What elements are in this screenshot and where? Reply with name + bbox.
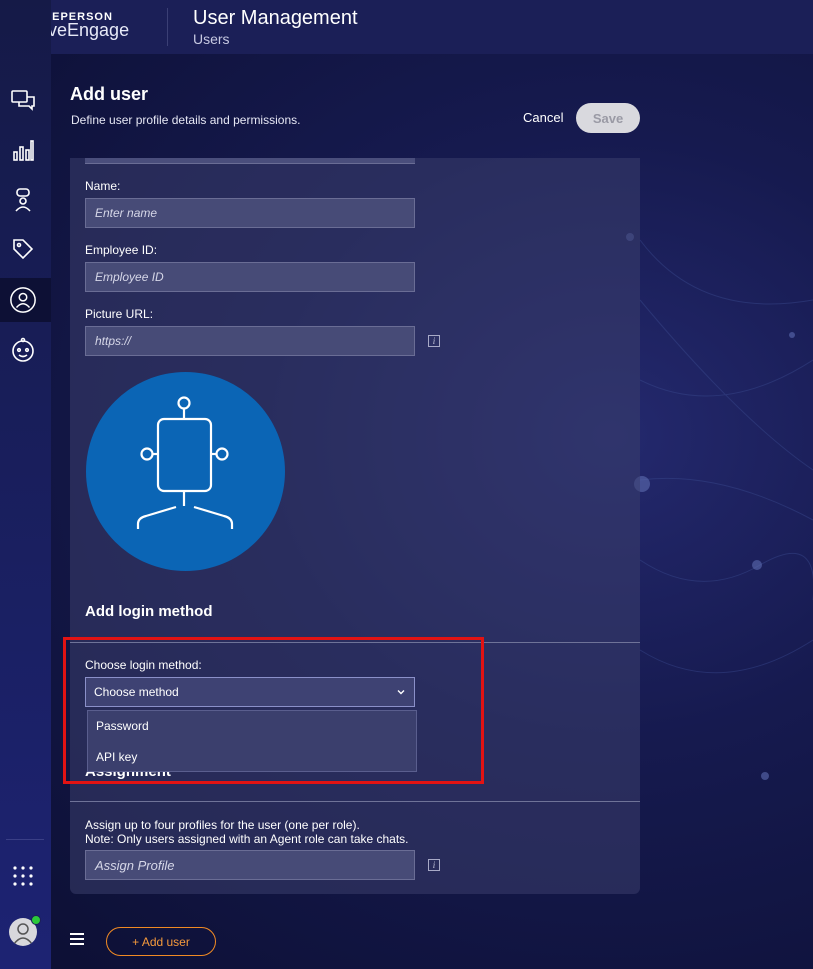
assign-profile-info-icon[interactable]: i <box>428 859 440 871</box>
cancel-button[interactable]: Cancel <box>516 108 570 127</box>
analytics-icon[interactable] <box>9 136 37 164</box>
add-user-button[interactable]: + Add user <box>106 927 216 956</box>
robot-avatar-icon <box>136 396 234 529</box>
tag-icon[interactable] <box>9 235 37 263</box>
header-separator <box>167 8 168 46</box>
picture-url-input[interactable]: https:// <box>85 326 415 356</box>
header-subtitle: Users <box>193 31 230 47</box>
online-status-indicator <box>31 915 41 925</box>
page-description: Define user profile details and permissi… <box>71 113 301 127</box>
agent-icon[interactable] <box>9 186 37 214</box>
assignment-description: Assign up to four profiles for the user … <box>85 818 409 846</box>
assignment-line-1: Assign up to four profiles for the user … <box>85 818 360 832</box>
users-icon[interactable] <box>9 286 37 314</box>
login-section-title: Add login method <box>85 603 213 620</box>
previous-field-edge <box>85 158 415 164</box>
page-title: Add user <box>70 84 149 104</box>
employee-id-label: Employee ID: <box>85 243 158 257</box>
header-title: User Management <box>193 7 358 29</box>
bot-icon[interactable] <box>9 336 37 364</box>
left-navigation <box>0 0 51 969</box>
nav-divider <box>6 839 44 840</box>
employee-id-input[interactable]: Employee ID <box>85 262 415 292</box>
picture-url-label: Picture URL: <box>85 307 154 321</box>
assignment-line-2: Note: Only users assigned with an Agent … <box>85 832 409 846</box>
menu-icon[interactable] <box>70 933 86 949</box>
highlight-box <box>63 637 484 784</box>
conversations-icon[interactable] <box>9 86 37 114</box>
assignment-section-divider <box>70 801 640 802</box>
name-label: Name: <box>85 179 121 193</box>
user-avatar-preview <box>86 372 285 571</box>
assign-profile-input[interactable]: Assign Profile <box>85 850 415 880</box>
save-button[interactable]: Save <box>576 103 640 133</box>
top-header: LIVEPERSON LiveEngage User Management Us… <box>0 0 813 54</box>
name-input[interactable]: Enter name <box>85 198 415 228</box>
picture-url-info-icon[interactable]: i <box>428 335 440 347</box>
apps-grid-icon[interactable] <box>9 862 37 890</box>
